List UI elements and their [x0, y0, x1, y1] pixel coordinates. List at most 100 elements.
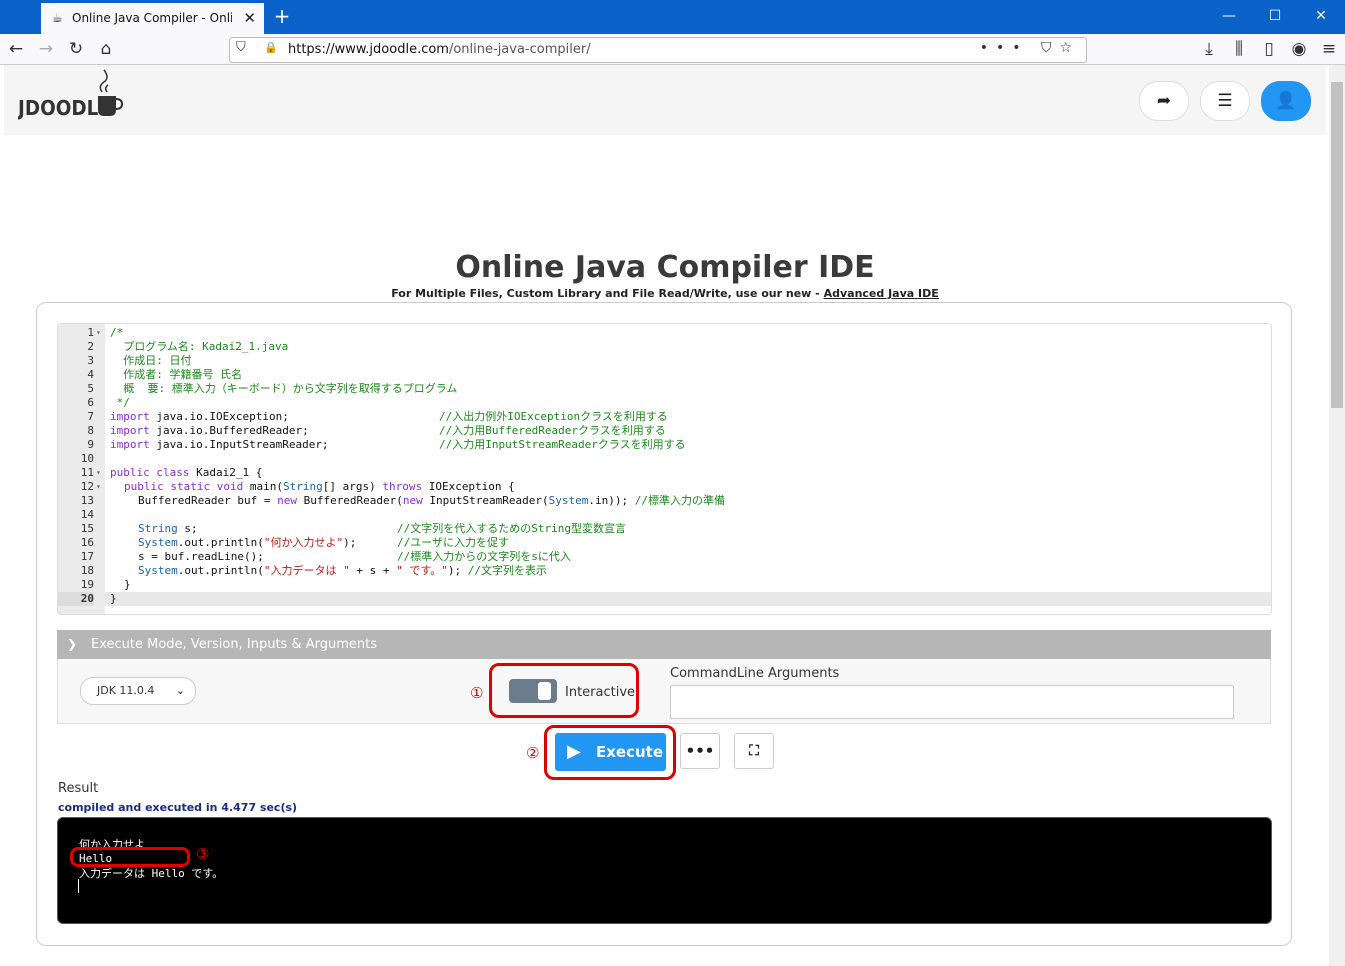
line-number: 17 — [80, 550, 94, 563]
url-host: https://www.jdoodle.com — [288, 42, 449, 57]
code-text: + s + — [349, 564, 397, 577]
pocket-icon[interactable]: ⛉ — [1041, 40, 1060, 56]
close-window-icon[interactable]: ✕ — [1298, 0, 1344, 32]
menu-icon[interactable]: ≡ — [1318, 38, 1340, 60]
jdk-version-select[interactable]: JDK 11.0.4 ⌄ — [80, 677, 196, 705]
execute-options-title: Execute Mode, Version, Inputs & Argument… — [91, 637, 377, 652]
code-line: s = buf.readLine(); — [138, 550, 264, 563]
chevron-down-icon: ❯ — [67, 637, 78, 651]
line-number: 4 — [87, 368, 94, 381]
bookmark-star-icon[interactable]: ☆ — [1059, 40, 1080, 56]
line-number: 16 — [80, 536, 94, 549]
url-path: /online-java-compiler/ — [448, 42, 591, 57]
forward-icon[interactable]: → — [35, 38, 57, 60]
line-number: 9 — [87, 438, 94, 451]
code-comment: //入力用InputStreamReaderクラスを利用する — [439, 438, 686, 451]
close-tab-icon[interactable]: ✕ — [243, 9, 256, 27]
sidebar-icon[interactable]: ▯ — [1258, 38, 1280, 60]
code-line: BufferedReader buf = new BufferedReader(… — [138, 494, 725, 508]
line-number: 3 — [87, 354, 94, 367]
more-options-button[interactable]: ••• — [680, 733, 720, 769]
code-line: プログラム名: Kadai2_1.java — [110, 340, 289, 353]
code-comment: //入出力例外IOExceptionクラスを利用する — [439, 410, 668, 423]
maximize-icon[interactable]: ☐ — [1252, 0, 1298, 32]
fold-arrow-icon[interactable]: ▾ — [96, 326, 101, 340]
code-text: ); — [343, 536, 357, 549]
browser-tab[interactable]: ☕ Online Java Compiler - Online Ja ✕ — [41, 3, 264, 34]
account-icon[interactable]: ◉ — [1288, 38, 1310, 60]
reload-icon[interactable]: ↻ — [65, 38, 87, 60]
commandline-arguments-label: CommandLine Arguments — [670, 666, 840, 681]
fold-arrow-icon[interactable]: ▾ — [96, 466, 101, 480]
code-text: .out.println( — [177, 564, 264, 577]
line-number: 2 — [87, 340, 94, 353]
home-icon[interactable]: ⌂ — [95, 38, 117, 60]
downloads-icon[interactable]: ⤓ — [1198, 38, 1220, 60]
back-icon[interactable]: ← — [5, 38, 27, 60]
subtitle-text: For Multiple Files, Custom Library and F… — [391, 287, 820, 300]
code-line: /* — [110, 326, 124, 339]
code-editor[interactable]: 1 ▾ 2 3 4 5 6 7 8 9 10 11 ▾ 12 ▾ 13 14 15 16 17 18 19 20 /* プロ… — [57, 323, 1272, 615]
code-line: } — [124, 578, 131, 591]
jdoodle-favicon-icon: ☕ — [52, 11, 63, 25]
line-number: 14 — [80, 508, 94, 521]
code-line: 作成者: 学籍番号 氏名 — [110, 368, 243, 381]
annotation-box-2 — [544, 725, 676, 780]
result-status: compiled and executed in 4.477 sec(s) — [58, 801, 298, 814]
commandline-arguments-input[interactable] — [670, 685, 1234, 719]
code-line: public class Kadai2_1 { — [110, 466, 262, 480]
code-text: java.io.InputStreamReader; — [149, 438, 329, 451]
terminal-cursor — [78, 879, 79, 893]
type: String — [138, 522, 178, 535]
line-number: 7 — [87, 410, 94, 423]
user-login-button[interactable]: 👤 — [1261, 81, 1311, 121]
keyword: public static void — [124, 480, 244, 493]
keyword: public class — [110, 466, 190, 479]
line-number: 5 — [87, 382, 94, 395]
page-title: Online Java Compiler IDE — [455, 250, 875, 285]
fullscreen-icon[interactable]: ⛶ — [734, 733, 774, 769]
library-icon[interactable]: ⫼ — [1228, 38, 1250, 60]
code-text: s; — [177, 522, 198, 535]
new-tab-button[interactable]: + — [271, 5, 293, 27]
annotation-box-1 — [489, 663, 639, 718]
line-number: 6 — [87, 396, 94, 409]
svg-text:JDOODLE: JDOODLE — [18, 96, 111, 120]
fold-arrow-icon[interactable]: ▾ — [96, 480, 101, 494]
jdoodle-logo[interactable]: JDOODLE — [16, 68, 124, 120]
type: System — [138, 564, 178, 577]
code-text: .out.println( — [177, 536, 264, 549]
code-text: main( — [243, 480, 283, 493]
code-text: Kadai2_1 { — [189, 466, 263, 479]
advanced-ide-link[interactable]: Advanced Java IDE — [824, 287, 939, 300]
code-line: System.out.println("何か入力せよ"); — [138, 536, 356, 550]
scrollbar-thumb[interactable] — [1331, 82, 1343, 408]
hamburger-menu-button[interactable]: ☰ — [1200, 81, 1250, 121]
annotation-box-3 — [70, 847, 190, 867]
line-number: 1 — [87, 326, 94, 339]
keyword: throws — [382, 480, 423, 493]
code-text: java.io.IOException; — [149, 410, 289, 423]
code-comment: //文字列を代入するためのString型変数宣言 — [397, 522, 626, 535]
keyword: import — [110, 410, 150, 423]
type: System — [548, 494, 589, 507]
type: System — [138, 536, 178, 549]
line-number: 19 — [80, 578, 94, 591]
keyword: import — [110, 438, 150, 451]
url-bar[interactable]: ⛉ 🔒 https://www.jdoodle.com/online-java-… — [229, 37, 1087, 63]
tracking-shield-icon[interactable]: ⛉ — [236, 40, 246, 55]
code-text: [] args) — [322, 480, 383, 493]
execute-options-header[interactable]: ❯ Execute Mode, Version, Inputs & Argume… — [57, 630, 1271, 659]
page-actions-icon[interactable]: ••• — [980, 40, 1029, 56]
chevron-down-icon: ⌄ — [175, 684, 185, 697]
line-number: 11 — [80, 466, 94, 479]
share-button[interactable]: ➦ — [1139, 81, 1189, 121]
url-text[interactable]: https://www.jdoodle.com/online-java-comp… — [288, 42, 591, 57]
minimize-icon[interactable]: — — [1206, 0, 1252, 32]
code-text: BufferedReader buf = — [138, 494, 278, 507]
output-terminal[interactable]: 何か入力せよ Hello 入力データは Hello です。 — [57, 817, 1272, 924]
code-line: import java.io.BufferedReader; — [110, 424, 309, 438]
lock-icon[interactable]: 🔒 — [264, 41, 278, 54]
line-number: 12 — [80, 480, 94, 493]
code-line: import java.io.InputStreamReader; — [110, 438, 329, 452]
